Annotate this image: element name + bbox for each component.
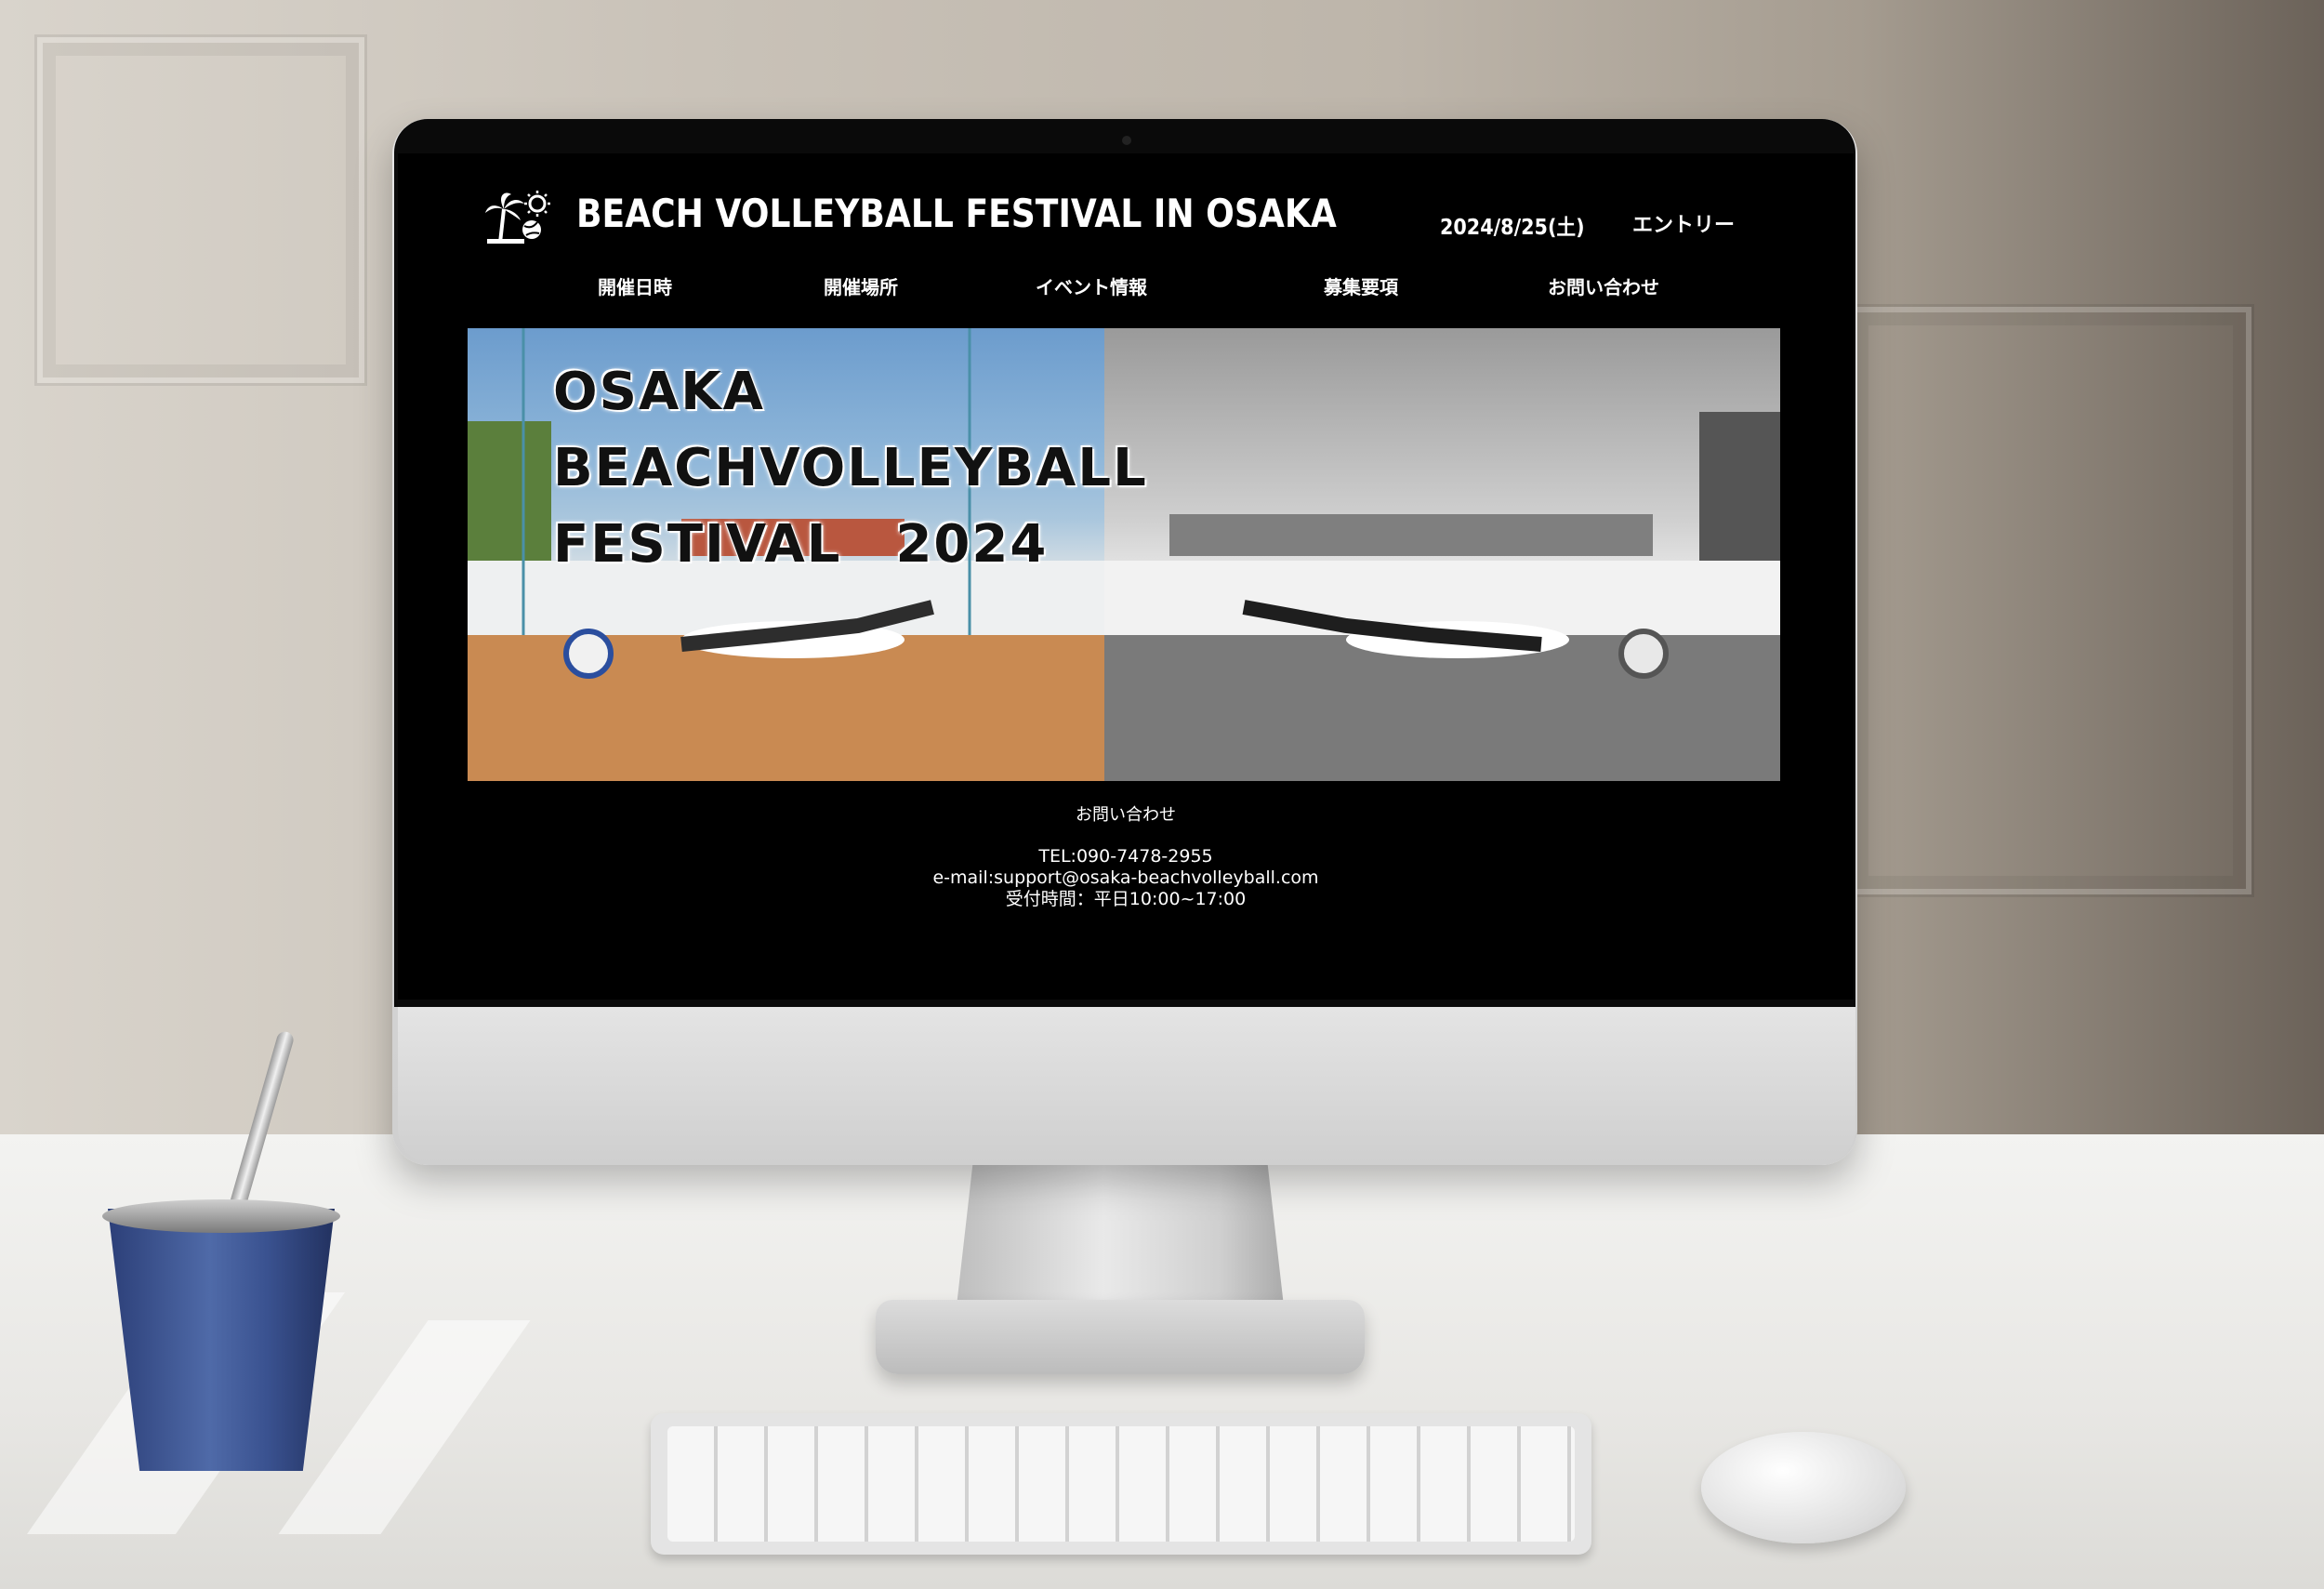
- keyboard-keys: [667, 1426, 1575, 1542]
- main-nav: 開催日時 開催場所 イベント情報 募集要項 お問い合わせ: [398, 272, 1854, 310]
- hero-title: OSAKA BEACHVOLLEYBALL FESTIVAL 2024: [553, 354, 1148, 583]
- keyboard: [651, 1413, 1591, 1555]
- monitor-stand-base: [876, 1300, 1365, 1374]
- nav-item-schedule[interactable]: 開催日時: [598, 272, 672, 299]
- hero-title-line-1: OSAKA: [553, 362, 766, 422]
- beach-volleyball-photo-mirror: [1104, 412, 1780, 781]
- monitor-chin: [398, 1007, 1855, 1163]
- mouse: [1701, 1432, 1906, 1543]
- nav-item-venue[interactable]: 開催場所: [824, 272, 898, 299]
- contact-heading: お問い合わせ: [1076, 805, 1176, 825]
- palm-tree-sun-ball-icon[interactable]: [483, 189, 558, 245]
- cup-rim: [102, 1199, 340, 1233]
- nav-item-event-info[interactable]: イベント情報: [1036, 272, 1147, 299]
- hero-title-line-3: FESTIVAL 2024: [553, 514, 1049, 575]
- hero-banner: OSAKA BEACHVOLLEYBALL FESTIVAL 2024: [468, 328, 1780, 781]
- site-title[interactable]: BEACH VOLLEYBALL FESTIVAL IN OSAKA: [576, 191, 1337, 236]
- wall-panel: [37, 37, 364, 383]
- nav-item-recruitment[interactable]: 募集要項: [1324, 272, 1398, 299]
- wall-panel: [1850, 307, 2251, 894]
- hero-title-line-2: BEACHVOLLEYBALL: [553, 438, 1148, 498]
- entry-link[interactable]: エントリー: [1632, 208, 1735, 238]
- nav-item-contact[interactable]: お問い合わせ: [1548, 272, 1659, 299]
- contact-hours: 受付時間：平日10:00~17:00: [1005, 889, 1247, 909]
- event-date: 2024/8/25(土): [1440, 216, 1585, 240]
- contact-email[interactable]: e-mail:support@osaka-beachvolleyball.com: [398, 867, 1854, 889]
- camera-icon: [1122, 136, 1131, 145]
- site-header: BEACH VOLLEYBALL FESTIVAL IN OSAKA 2024/…: [398, 153, 1854, 265]
- website-screen: BEACH VOLLEYBALL FESTIVAL IN OSAKA 2024/…: [398, 153, 1854, 1000]
- contact-tel[interactable]: TEL:090-7478-2955: [398, 846, 1854, 867]
- contact-section: お問い合わせ TEL:090-7478-2955 e-mail:support@…: [398, 804, 1854, 910]
- hero-photo-grayscale: [1104, 328, 1780, 781]
- cup: [108, 1209, 335, 1471]
